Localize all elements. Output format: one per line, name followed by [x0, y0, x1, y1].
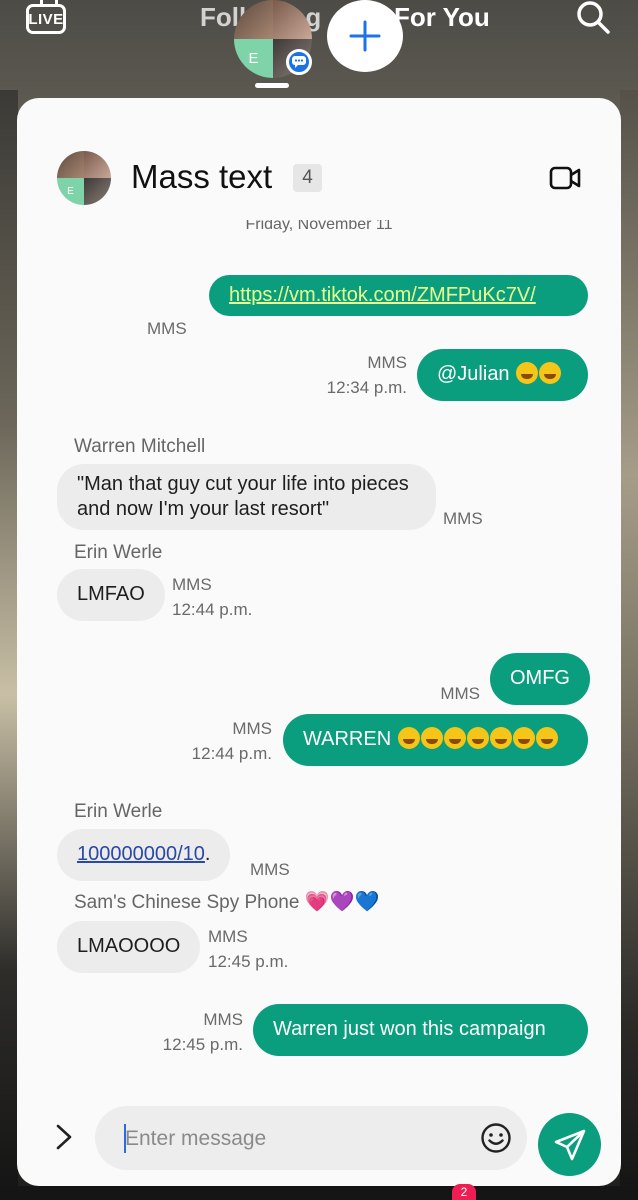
background-edge-left: [0, 90, 18, 1190]
bubble-handle[interactable]: [255, 83, 289, 88]
sender-name: Erin Werle: [74, 542, 163, 563]
sender-name: Sam's Chinese Spy Phone 💗💜💙: [74, 892, 379, 914]
message-type: MMS: [250, 860, 290, 879]
message-text: Warren just won this campaign: [273, 1018, 546, 1040]
message-time: 12:45 p.m.: [208, 952, 289, 971]
message-input-box[interactable]: [95, 1106, 527, 1170]
emoji-rofl-icon: [397, 727, 558, 750]
message-time: 12:44 p.m.: [191, 744, 272, 763]
message-bubble-incoming[interactable]: 100000000/10.: [57, 829, 231, 881]
message-bubble-incoming[interactable]: "Man that guy cut your life into pieces …: [57, 464, 436, 530]
message-link[interactable]: 100000000/10: [77, 843, 205, 865]
tiktok-bottom-nav: [0, 1186, 638, 1200]
live-label: LIVE: [28, 10, 64, 28]
message-time: 12:45 p.m.: [162, 1035, 243, 1054]
chat-title[interactable]: Mass text: [131, 158, 272, 196]
send-icon: [554, 1129, 585, 1160]
message-bubble-outgoing[interactable]: WARREN: [283, 714, 588, 766]
search-icon[interactable]: [576, 0, 610, 34]
video-call-icon[interactable]: [549, 165, 581, 191]
message-text: WARREN: [303, 728, 392, 750]
message-bubble-outgoing[interactable]: OMFG: [490, 653, 590, 705]
message-type: MMS: [203, 1010, 243, 1029]
message-bubble-outgoing[interactable]: Warren just won this campaign: [253, 1004, 588, 1056]
message-type: MMS: [232, 719, 272, 738]
message-type: MMS: [172, 575, 212, 594]
message-meta: MMS 12:45 p.m.: [143, 1007, 243, 1057]
message-text: @Julian: [437, 363, 510, 385]
message-link[interactable]: https://vm.tiktok.com/ZMFPuKc7V/: [229, 284, 536, 306]
avatar-letter: E: [234, 39, 273, 78]
message-meta: MMS 12:34 p.m.: [307, 350, 407, 400]
avatar-letter: E: [57, 178, 84, 205]
message-type: MMS: [440, 684, 480, 703]
live-icon[interactable]: LIVE: [26, 4, 66, 34]
text-cursor: [124, 1124, 126, 1153]
message-bubble-outgoing[interactable]: https://vm.tiktok.com/ZMFPuKc7V/: [209, 275, 588, 316]
message-time: 12:34 p.m.: [326, 378, 407, 397]
message-meta: MMS 12:44 p.m.: [172, 716, 272, 766]
emoji-grin-icon: [515, 362, 562, 385]
message-text-suffix: .: [204, 843, 211, 865]
message-bubble-incoming[interactable]: LMFAO: [57, 569, 165, 621]
chat-sheet: E Mass text 4 Friday, November 11 MMS ht…: [17, 98, 621, 1186]
tiktok-top-bar: LIVE Following For You E: [0, 0, 638, 95]
message-type: MMS: [147, 319, 187, 338]
message-type: MMS: [443, 509, 483, 528]
message-bubble-incoming[interactable]: LMAOOOO: [57, 921, 201, 973]
member-count-badge: 4: [293, 164, 322, 192]
emoji-icon[interactable]: [480, 1122, 512, 1154]
sender-hearts: 💗💜💙: [304, 891, 380, 913]
message-text: LMFAO: [77, 583, 145, 605]
chat-bubble-icon: [286, 49, 312, 75]
message-bubble-outgoing[interactable]: @Julian: [417, 349, 588, 401]
message-text: LMAOOOO: [77, 935, 181, 957]
sender-name-text: Sam's Chinese Spy Phone: [74, 892, 300, 913]
message-input[interactable]: [125, 1124, 465, 1154]
message-type: MMS: [367, 353, 407, 372]
chat-header: E Mass text 4: [17, 98, 621, 223]
message-text: "Man that guy cut your life into pieces …: [77, 473, 409, 520]
add-bubble-button[interactable]: [327, 0, 403, 72]
tab-for-you[interactable]: For You: [394, 2, 490, 33]
date-separator: Friday, November 11: [245, 220, 393, 233]
plus-icon: [349, 20, 381, 52]
message-time: 12:44 p.m.: [172, 600, 253, 619]
chat-avatar[interactable]: E: [57, 151, 111, 205]
message-type: MMS: [208, 927, 248, 946]
background-edge-right: [620, 90, 638, 1190]
sender-name: Warren Mitchell: [74, 436, 206, 457]
message-meta: MMS 12:45 p.m.: [208, 924, 288, 974]
chevron-right-icon[interactable]: [53, 1124, 75, 1150]
message-meta: MMS 12:44 p.m.: [172, 572, 252, 622]
message-text: OMFG: [510, 667, 570, 689]
inbox-badge: 2: [452, 1184, 476, 1200]
sender-name: Erin Werle: [74, 801, 163, 822]
composer: [17, 1104, 621, 1176]
send-button[interactable]: [538, 1113, 601, 1176]
